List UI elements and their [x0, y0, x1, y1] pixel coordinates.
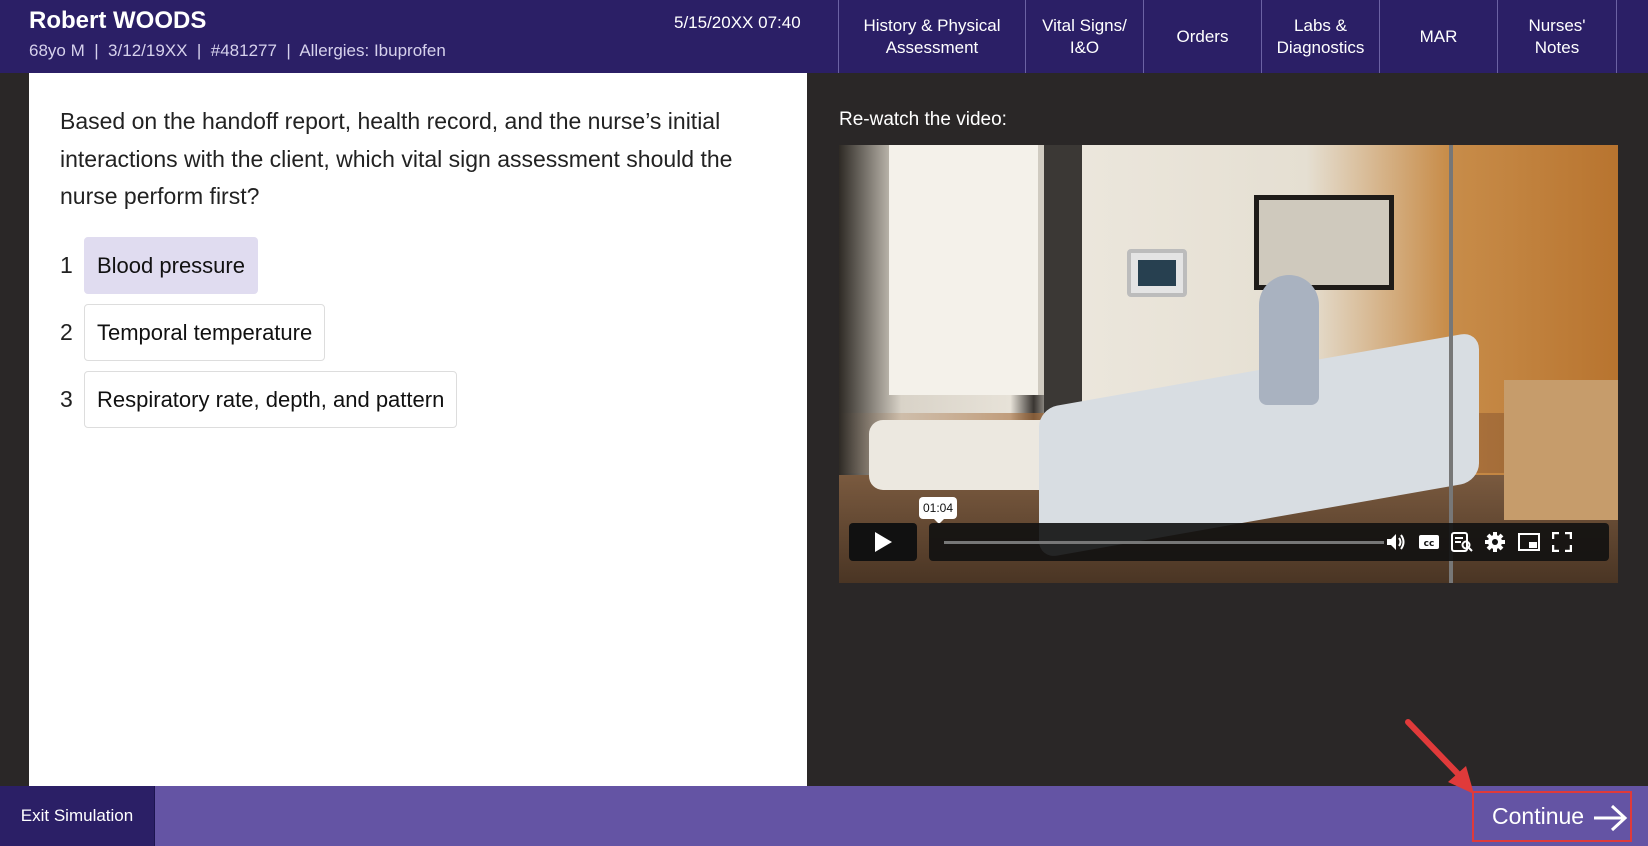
transcript-icon[interactable]: [1450, 531, 1474, 553]
scene-monitor: [1127, 249, 1187, 297]
cc-icon[interactable]: cc: [1417, 531, 1441, 553]
option-number: 3: [60, 386, 73, 412]
scene-painting: [1254, 195, 1394, 290]
option-number: 2: [60, 319, 73, 345]
question-panel: Based on the handoff report, health reco…: [29, 73, 807, 786]
play-button[interactable]: [849, 523, 917, 561]
option-number: 1: [60, 252, 73, 278]
option-respiratory-rate[interactable]: Respiratory rate, depth, and pattern: [84, 371, 458, 428]
scene-window: [889, 145, 1044, 395]
patient-info: 68yo M | 3/12/19XX | #481277 | Allergies…: [29, 41, 446, 60]
video-label: Re-watch the video:: [839, 109, 1007, 130]
continue-label: Continue: [1492, 803, 1585, 829]
volume-icon[interactable]: [1384, 531, 1408, 553]
app-header: Robert WOODS 68yo M | 3/12/19XX | #48127…: [0, 0, 1648, 73]
tab-labs-diagnostics[interactable]: Labs & Diagnostics: [1261, 0, 1379, 73]
scene-iv-pole: [1449, 145, 1453, 583]
fullscreen-icon[interactable]: [1550, 531, 1574, 553]
sim-datetime: 5/15/20XX 07:40: [674, 13, 801, 32]
tab-orders[interactable]: Orders: [1143, 0, 1261, 73]
scene-curtain: [1044, 145, 1082, 445]
option-blood-pressure[interactable]: Blood pressure: [84, 237, 258, 294]
exit-simulation-button[interactable]: Exit Simulation: [0, 786, 155, 846]
option-row: 2 Temporal temperature: [60, 304, 326, 361]
tab-mar[interactable]: MAR: [1379, 0, 1497, 73]
time-tooltip: 01:04: [919, 497, 957, 524]
tab-nurses-notes[interactable]: Nurses' Notes: [1497, 0, 1616, 73]
question-text: Based on the handoff report, health reco…: [60, 108, 733, 209]
scene-patient: [1259, 275, 1319, 405]
patient-name: Robert WOODS: [29, 7, 207, 34]
play-icon: [875, 532, 892, 552]
continue-button[interactable]: Continue: [1472, 791, 1632, 842]
annotation-arrow-icon: [1405, 719, 1474, 794]
settings-icon[interactable]: [1483, 531, 1507, 553]
tab-vital-signs[interactable]: Vital Signs/ I&O: [1025, 0, 1143, 73]
tab-history-physical[interactable]: History & Physical Assessment: [838, 0, 1025, 73]
progress-bar[interactable]: [944, 541, 1384, 544]
video-player[interactable]: 01:04 cc: [839, 145, 1618, 583]
arrow-right-icon: [1594, 804, 1628, 832]
option-temporal-temperature[interactable]: Temporal temperature: [84, 304, 326, 361]
option-row: 1 Blood pressure: [60, 237, 258, 294]
video-control-bar: cc: [929, 523, 1609, 561]
scene-nightstand: [1504, 380, 1618, 520]
svg-text:cc: cc: [1424, 539, 1435, 549]
option-row: 3 Respiratory rate, depth, and pattern: [60, 371, 458, 428]
tab-divider: [1616, 0, 1617, 73]
video-panel: Re-watch the video: 01:04 cc: [807, 73, 1648, 786]
pip-icon[interactable]: [1517, 531, 1541, 553]
